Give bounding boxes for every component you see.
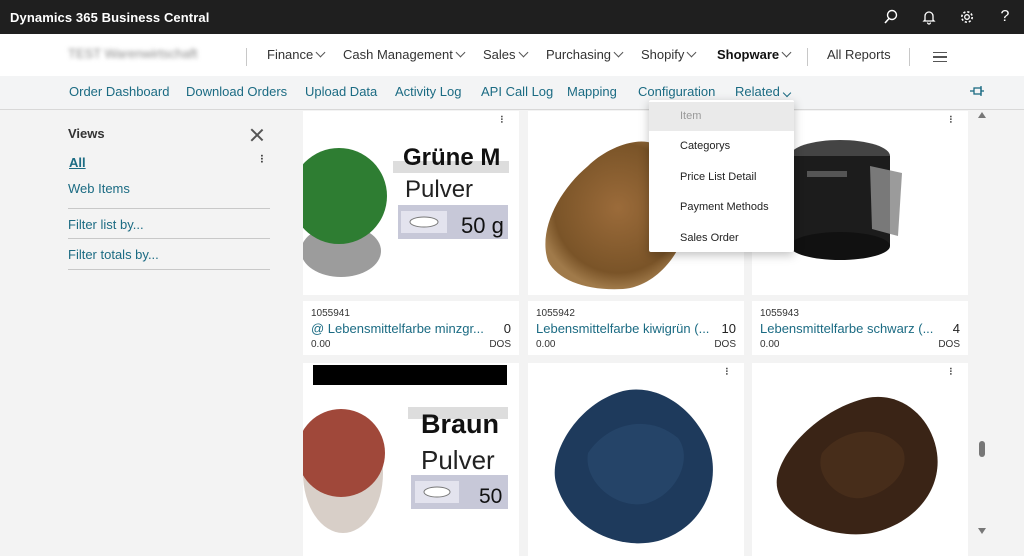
app-bar: Dynamics 365 Business Central ? [0,0,1024,34]
divider [68,238,270,239]
divider [807,48,808,66]
divider [246,48,247,66]
package-label-3: 50 [479,485,502,508]
action-activity-log[interactable]: Activity Log [395,84,461,99]
nav-finance[interactable]: Finance [267,47,326,62]
item-tile-image[interactable]: ··· [528,363,744,556]
item-unit: DOS [938,339,960,350]
item-tile-image[interactable]: ··· [752,363,968,556]
item-tile-info[interactable]: 1055942 Lebensmittelfarbe kiwigrün (... … [528,301,744,355]
close-icon[interactable] [250,128,264,142]
action-upload-data[interactable]: Upload Data [305,84,377,99]
product-image: Grüne M Pulver 50 g [291,111,519,295]
item-quantity: 4 [952,321,960,336]
action-bar: Order Dashboard Download Orders Upload D… [0,76,1024,110]
product-image [554,389,713,544]
filter-list-link[interactable]: Filter list by... [68,217,144,232]
views-title: Views [68,126,105,141]
nav-shopware[interactable]: Shopware [717,47,792,62]
product-image [776,396,938,535]
package-label-2: Pulver [421,445,495,475]
item-tile-info[interactable]: 1055943 Lebensmittelfarbe schwarz (... 4… [752,301,968,355]
item-tile-info[interactable]: 1055941 @ Lebensmittelfarbe minzgr... 0 … [303,301,519,355]
action-mapping[interactable]: Mapping [567,84,617,99]
menu-item-payment-methods[interactable]: Payment Methods [680,201,769,213]
search-icon[interactable] [872,0,910,34]
menu-item-categorys[interactable]: Categorys [680,140,730,152]
item-unit: DOS [714,339,736,350]
app-title: Dynamics 365 Business Central [10,9,210,25]
view-web-items[interactable]: Web Items [68,181,130,196]
package-label-1: Grüne M [403,144,500,171]
item-quantity: 10 [721,321,736,336]
nav-shopify[interactable]: Shopify [641,47,697,62]
item-price: 0.00 [760,339,780,350]
item-number: 1055943 [760,308,799,319]
item-description[interactable]: Lebensmittelfarbe kiwigrün (... [536,321,716,336]
nav-all-reports[interactable]: All Reports [827,47,891,62]
item-unit: DOS [489,339,511,350]
gear-icon[interactable] [948,0,986,34]
action-configuration[interactable]: Configuration [638,84,715,99]
item-description[interactable]: @ Lebensmittelfarbe minzgr... [311,321,491,336]
package-label-2: Pulver [405,176,473,203]
filter-totals-link[interactable]: Filter totals by... [68,247,159,262]
package-label-3: 50 g [461,213,504,238]
divider [909,48,910,66]
view-all[interactable]: All [69,155,86,170]
more-options-icon[interactable]: ··· [944,367,956,375]
menu-item-price-list-detail[interactable]: Price List Detail [680,171,756,183]
nav-cash-management[interactable]: Cash Management [343,47,466,62]
more-options-icon[interactable]: ··· [720,367,732,375]
package-label-1: Braun [421,409,499,439]
help-icon[interactable]: ? [986,0,1024,34]
item-number: 1055942 [536,308,575,319]
item-tile-image[interactable]: Grüne M Pulver 50 g ··· [291,111,519,295]
item-price: 0.00 [311,339,331,350]
pin-icon[interactable] [969,84,985,101]
divider [68,269,270,270]
action-order-dashboard[interactable]: Order Dashboard [69,84,169,99]
action-download-orders[interactable]: Download Orders [186,84,287,99]
nav-sales[interactable]: Sales [483,47,528,62]
hamburger-menu-icon[interactable] [933,52,947,62]
views-panel: Views All ··· Web Items Filter list by..… [68,126,270,270]
scroll-thumb[interactable] [979,441,985,457]
vertical-scrollbar[interactable] [975,110,989,556]
action-api-call-log[interactable]: API Call Log [481,84,553,99]
item-price: 0.00 [536,339,556,350]
item-tile-image[interactable]: Braun Pulver 50 [297,363,519,556]
menu-item-item[interactable]: Item [680,110,701,122]
company-name[interactable]: TEST Warenwirtschaft [68,46,197,61]
more-options-icon[interactable]: ··· [495,115,507,123]
related-dropdown-menu: Item Categorys Price List Detail Payment… [649,100,794,252]
action-related[interactable]: Related [735,84,792,99]
menu-item-sales-order[interactable]: Sales Order [680,232,739,244]
item-description[interactable]: Lebensmittelfarbe schwarz (... [760,321,940,336]
product-image: Braun Pulver 50 [297,365,508,533]
role-center-nav: TEST Warenwirtschaft Finance Cash Manage… [0,34,1024,76]
more-options-icon[interactable]: ··· [944,115,956,123]
scroll-down-icon[interactable] [978,528,986,534]
scroll-up-icon[interactable] [978,112,986,118]
more-options-icon[interactable]: ··· [255,154,269,163]
item-quantity: 0 [503,321,511,336]
nav-purchasing[interactable]: Purchasing [546,47,624,62]
bell-icon[interactable] [910,0,948,34]
menu-highlight [649,102,794,131]
item-number: 1055941 [311,308,350,319]
divider [68,208,270,209]
